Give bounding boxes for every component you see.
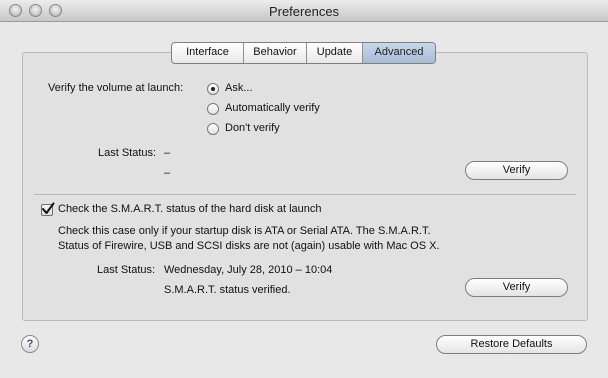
smart-description-line2: Status of Firewire, USB and SCSI disks a… [58,240,440,252]
tab-bar: Interface Behavior Update Advanced [171,42,436,64]
restore-defaults-button[interactable]: Restore Defaults [436,335,587,354]
volume-last-status-label: Last Status: [98,147,157,159]
radio-dont-verify-label[interactable]: Don't verify [225,122,280,134]
tab-interface[interactable]: Interface [172,43,243,63]
radio-ask-label[interactable]: Ask... [225,82,253,94]
radio-ask[interactable] [207,83,219,95]
checkmark-icon [42,202,55,214]
radio-automatically-verify-label[interactable]: Automatically verify [225,102,320,114]
radio-automatically-verify[interactable] [207,103,219,115]
volume-last-status-value: – [164,147,171,159]
tab-advanced[interactable]: Advanced [362,43,435,63]
title-bar: Preferences [0,0,608,22]
window-title: Preferences [268,4,340,19]
smart-checkbox[interactable] [41,202,55,216]
verify-smart-button[interactable]: Verify [465,278,568,297]
verify-volume-label: Verify the volume at launch: [48,82,184,94]
preferences-window: Preferences Interface Behavior Update Ad… [0,0,608,378]
verify-volume-button[interactable]: Verify [465,161,568,180]
tab-behavior[interactable]: Behavior [243,43,306,63]
tab-update[interactable]: Update [306,43,362,63]
smart-last-status-date: Wednesday, July 28, 2010 – 10:04 [164,264,333,276]
smart-last-status-label: Last Status: [97,264,156,276]
radio-dont-verify[interactable] [207,123,219,135]
smart-checkbox-label[interactable]: Check the S.M.A.R.T. status of the hard … [58,203,322,215]
volume-last-status-detail: – [164,167,171,179]
smart-last-status-result: S.M.A.R.T. status verified. [164,284,291,296]
section-divider [34,194,576,195]
smart-description-line1: Check this case only if your startup dis… [58,225,431,237]
help-icon[interactable]: ? [21,335,39,353]
